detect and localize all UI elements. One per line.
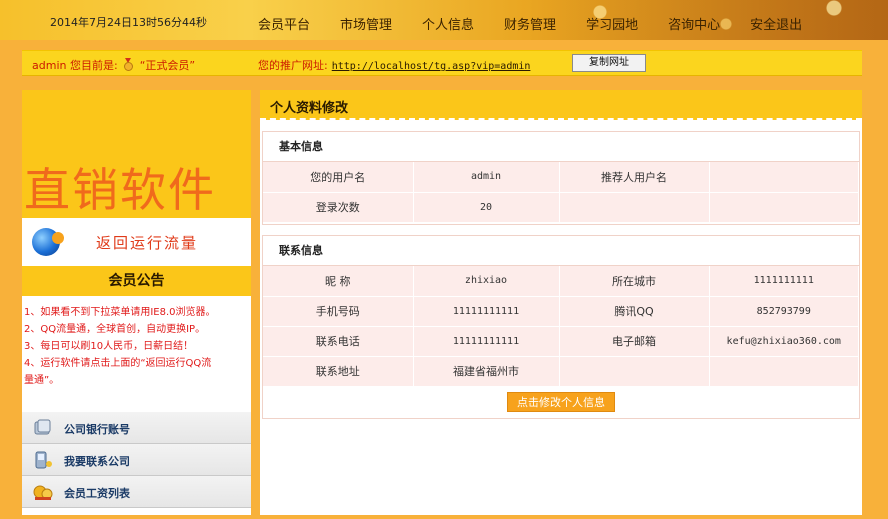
table-row: 登录次数 20 [263,192,859,223]
sidebar: 直销软件 返回运行流量 会员公告 1、如果看不到下拉菜单请用IE8.0浏览器。 … [22,90,251,515]
sidebar-links: 公司银行账号 我要联系公司 会员工资列表 [22,412,251,508]
empty-cell [709,192,859,223]
sidebar-item-label: 会员工资列表 [64,487,130,500]
sidebar-item-bank-account[interactable]: 公司银行账号 [22,412,251,444]
username-value: admin [413,162,560,193]
notice-item: 1、如果看不到下拉菜单请用IE8.0浏览器。 [24,307,216,318]
sidebar-item-salary-list[interactable]: 会员工资列表 [22,476,251,508]
top-header: 2014年7月24日13时56分44秒 会员平台 市场管理 个人信息 财务管理 … [0,0,888,40]
mobile-label: 手机号码 [263,296,414,327]
contact-info-title: 联系信息 [263,236,859,266]
table-row: 您的用户名 admin 推荐人用户名 [263,162,859,193]
qq-value: 852793799 [709,296,859,327]
sidebar-banner: 直销软件 [22,90,251,218]
level-prefix: 您目前是: [69,59,118,72]
sidebar-item-label: 公司银行账号 [64,423,130,436]
medal-icon [124,58,134,71]
sidebar-item-contact-company[interactable]: 我要联系公司 [22,444,251,476]
phone-label: 联系电话 [263,326,414,357]
promo-url-label: 您的推广网址: [258,59,328,72]
main-header: 个人资料修改 [260,90,862,120]
referrer-label: 推荐人用户名 [559,162,710,193]
datetime-text: 2014年7月24日13时56分44秒 [50,16,207,29]
member-level: “正式会员” [139,59,196,72]
empty-cell [559,356,710,387]
promo-url-row: 您的推广网址: http://localhost/tg.asp?vip=admin [258,57,530,73]
status-bar: admin 您目前是: “正式会员” 您的推广网址: http://localho… [22,50,862,76]
sidebar-item-label: 我要联系公司 [64,455,130,468]
nav-member-platform[interactable]: 会员平台 [258,14,310,33]
membership-status: admin 您目前是: “正式会员” [32,57,195,73]
notice-item: 4、运行软件请点击上面的“返回运行QQ流 [24,358,212,369]
notice-list: 1、如果看不到下拉菜单请用IE8.0浏览器。 2、QQ流量通，全球首创，自动更换… [24,304,249,389]
page-title: 个人资料修改 [270,101,349,116]
notice-item: 量通”。 [24,375,60,386]
mobile-value: 11111111111 [413,296,560,327]
return-run-flow-label[interactable]: 返回运行流量 [96,232,198,253]
globe-icon [32,228,64,256]
address-label: 联系地址 [263,356,414,387]
qq-label: 腾讯QQ [559,296,710,327]
nav-learning-garden[interactable]: 学习园地 [586,14,638,33]
nickname-value: zhixiao [413,266,560,297]
logins-value: 20 [413,192,560,223]
notice-item: 3、每日可以刷10人民币，日薪日结！ [24,341,194,352]
banner-text: 直销软件 [24,163,216,217]
referrer-value [709,162,859,193]
email-value: kefu@zhixiao360.com [709,326,859,357]
bank-card-icon [34,419,51,435]
promo-url-link[interactable]: http://localhost/tg.asp?vip=admin [332,61,531,72]
basic-info-table: 您的用户名 admin 推荐人用户名 登录次数 20 [263,162,859,223]
copy-url-button[interactable]: 复制网址 [572,54,646,72]
table-row: 昵 称 zhixiao 所在城市 1111111111 [263,266,859,297]
table-row: 手机号码 11111111111 腾讯QQ 852793799 [263,296,859,327]
username-text: admin [32,59,67,72]
money-icon [33,485,53,500]
top-nav: 会员平台 市场管理 个人信息 财务管理 学习园地 咨询中心 安全退出 [258,14,832,33]
username-label: 您的用户名 [263,162,414,193]
nickname-label: 昵 称 [263,266,414,297]
phone-icon [35,451,52,469]
address-value: 福建省福州市 [413,356,560,387]
table-row: 联系电话 11111111111 电子邮箱 kefu@zhixiao360.co… [263,326,859,357]
main-content: 个人资料修改 基本信息 您的用户名 admin 推荐人用户名 登录次数 20 联… [260,90,862,515]
city-label: 所在城市 [559,266,710,297]
phone-value: 11111111111 [413,326,560,357]
nav-finance-management[interactable]: 财务管理 [504,14,556,33]
return-run-flow-link[interactable]: 返回运行流量 [22,218,251,264]
notice-title: 会员公告 [22,266,251,296]
logins-label: 登录次数 [263,192,414,223]
basic-info-title: 基本信息 [263,132,859,162]
contact-info-table: 昵 称 zhixiao 所在城市 1111111111 手机号码 1111111… [263,266,859,387]
city-value: 1111111111 [709,266,859,297]
nav-consult-center[interactable]: 咨询中心 [668,14,720,33]
nav-personal-info[interactable]: 个人信息 [422,14,474,33]
table-row: 联系地址 福建省福州市 [263,356,859,387]
empty-cell [559,192,710,223]
empty-cell [709,356,859,387]
notice-item: 2、QQ流量通，全球首创，自动更换IP。 [24,324,206,335]
email-label: 电子邮箱 [559,326,710,357]
modify-info-button[interactable]: 点击修改个人信息 [507,392,615,412]
nav-logout[interactable]: 安全退出 [750,14,802,33]
nav-market-management[interactable]: 市场管理 [340,14,392,33]
basic-info-panel: 基本信息 您的用户名 admin 推荐人用户名 登录次数 20 [262,131,860,225]
